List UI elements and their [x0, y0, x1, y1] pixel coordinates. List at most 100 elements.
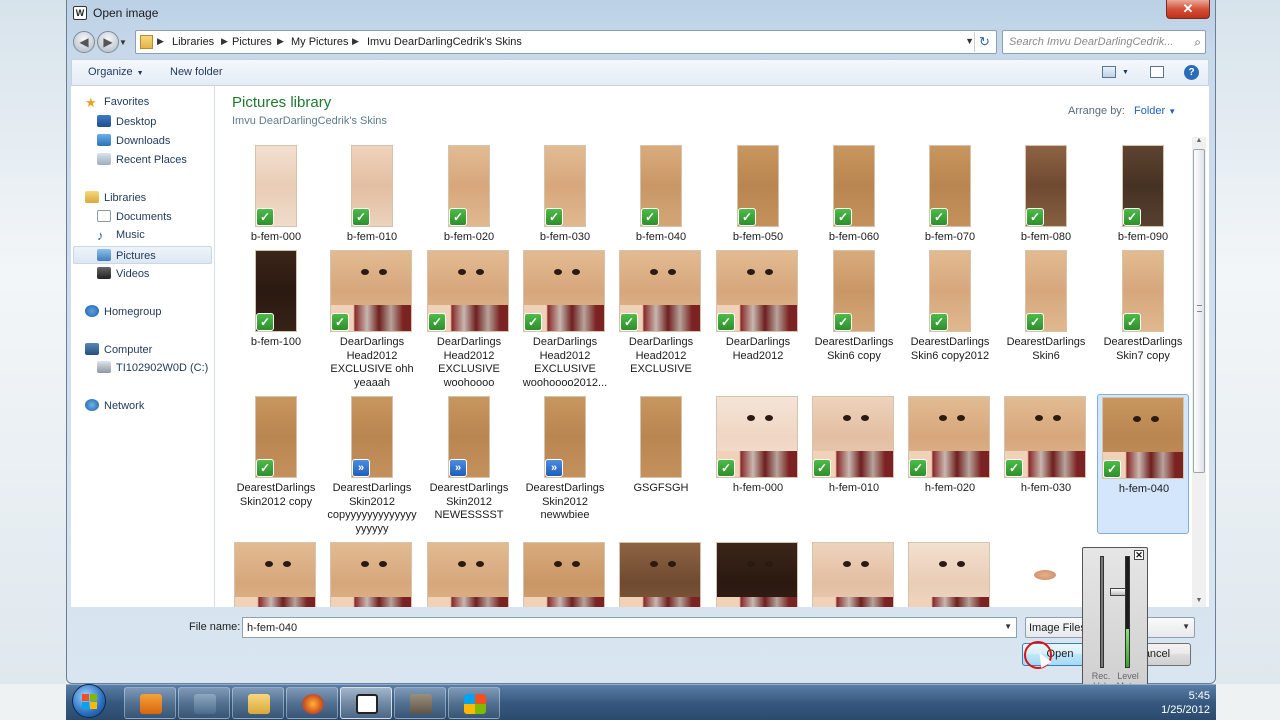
file-tile[interactable]: ✓ DearDarlings Head2012 EXCLUSIVE woohooo…	[519, 248, 611, 389]
file-tile[interactable]: ✓ h-fem-040	[1097, 394, 1189, 534]
title-bar[interactable]: W Open image ✕	[67, 0, 1215, 26]
windows-logo-icon	[90, 694, 97, 701]
file-name-label: h-fem-040	[1118, 483, 1170, 495]
file-tile[interactable]: » DearestDarlings Skin2012 NEWESSSST	[423, 394, 515, 534]
rec-volume-slider[interactable]	[1100, 556, 1130, 668]
level-meter-fill	[1126, 628, 1129, 667]
file-tile[interactable]	[423, 540, 515, 607]
chevron-down-icon[interactable]: ▼	[1004, 622, 1012, 631]
checkmark-badge-icon: ✓	[1123, 313, 1141, 331]
nav-drive-c[interactable]: TI102902W0D (C:)	[97, 361, 208, 379]
preview-pane-icon[interactable]	[1150, 66, 1164, 78]
breadcrumb-separator-icon[interactable]: ▶	[352, 36, 359, 47]
nav-music[interactable]: ♪ Music	[97, 229, 145, 247]
breadcrumb-separator-icon[interactable]: ▶	[221, 36, 228, 47]
arrange-by-dropdown[interactable]: Folder ▼	[1134, 105, 1176, 117]
nav-recent-places[interactable]: Recent Places	[97, 153, 187, 171]
file-tile[interactable]: ✓ DearestDarlings Skin6	[1000, 248, 1092, 388]
file-tile[interactable]: ✓ h-fem-020	[904, 394, 996, 534]
search-box[interactable]: Search Imvu DearDarlingCedrik... ⌕	[1002, 30, 1206, 54]
nav-network[interactable]: Network	[85, 399, 144, 417]
help-icon[interactable]: ?	[1184, 65, 1199, 80]
scroll-up-icon[interactable]: ▲	[1192, 137, 1206, 147]
breadcrumb-libraries[interactable]: Libraries	[172, 36, 214, 48]
file-tile[interactable]: ✓ DearestDarlings Skin6 copy	[808, 248, 900, 388]
nav-pictures[interactable]: Pictures	[73, 246, 212, 264]
file-tile[interactable]: ✓ h-fem-000	[712, 394, 804, 534]
nav-favorites[interactable]: ★ Favorites	[85, 96, 149, 114]
address-bar[interactable]: ▶ Libraries ▶ Pictures ▶ My Pictures ▶ I…	[135, 30, 997, 54]
taskbar-windows-app[interactable]	[448, 687, 500, 719]
file-tile[interactable]	[615, 540, 707, 607]
search-icon[interactable]: ⌕	[1194, 35, 1201, 50]
file-tile[interactable]: ✓ DearDarlings Head2012 EXCLUSIVE ohh yea…	[326, 248, 418, 389]
system-clock[interactable]: 5:45 1/25/2012	[1161, 689, 1210, 717]
taskbar-audio-app[interactable]	[178, 687, 230, 719]
file-tile[interactable]: ✓ h-fem-010	[808, 394, 900, 534]
file-tile[interactable]	[808, 540, 900, 607]
file-name-label: DearestDarlings Skin2012 newwbiee	[525, 482, 605, 521]
change-view-icon[interactable]	[1102, 66, 1116, 78]
checkmark-badge-icon: ✓	[930, 313, 948, 331]
recent-locations-dropdown[interactable]: ▼	[119, 38, 127, 47]
breadcrumb-separator-icon[interactable]: ▶	[157, 36, 164, 47]
file-tile[interactable]: ✓ DearDarlings Head2012 EXCLUSIVE	[615, 248, 707, 388]
file-tile[interactable]: ✓ b-fem-100	[230, 248, 322, 388]
scrollbar-thumb[interactable]	[1193, 149, 1205, 473]
file-tile[interactable]: ✓ h-fem-030	[1000, 394, 1092, 534]
file-thumbnail	[427, 542, 509, 607]
file-tile[interactable]	[712, 540, 804, 607]
nav-desktop[interactable]: Desktop	[97, 115, 156, 133]
nav-videos[interactable]: Videos	[97, 267, 149, 285]
nav-computer[interactable]: Computer	[85, 343, 152, 361]
file-tile[interactable]	[326, 540, 418, 607]
chevron-down-icon: ▼	[1168, 107, 1177, 116]
file-tile[interactable]: ✓ DearDarlings Head2012 EXCLUSIVE woohooo…	[423, 248, 515, 389]
close-icon[interactable]: ✕	[1134, 550, 1144, 560]
recent-places-icon	[97, 153, 111, 165]
taskbar-gimp[interactable]	[394, 687, 446, 719]
file-tile[interactable]: ✓ DearestDarlings Skin6 copy2012	[904, 248, 996, 388]
file-name-input[interactable]: h-fem-040 ▼	[242, 617, 1017, 638]
taskbar-firefox[interactable]	[286, 687, 338, 719]
file-name-label: DearDarlings Head2012 EXCLUSIVE	[628, 336, 694, 375]
file-tile[interactable]	[230, 540, 322, 607]
taskbar-media-player[interactable]	[124, 687, 176, 719]
file-tile[interactable]	[519, 540, 611, 607]
file-tile[interactable]: GSGFSGH	[615, 394, 707, 534]
file-tile[interactable]: » DearestDarlings Skin2012 newwbiee	[519, 394, 611, 534]
nav-libraries[interactable]: Libraries	[85, 191, 146, 209]
file-tile[interactable]: ✓ DearestDarlings Skin2012 copy	[230, 394, 322, 534]
taskbar-explorer[interactable]	[232, 687, 284, 719]
vertical-scrollbar[interactable]: ▲ ▼	[1192, 137, 1206, 607]
file-name-label: b-fem-030	[539, 231, 591, 243]
file-tile[interactable]: » DearestDarlings Skin2012 copyyyyyyyyyyy…	[326, 394, 418, 535]
nav-homegroup[interactable]: Homegroup	[85, 305, 161, 323]
refresh-icon[interactable]: ↻	[974, 32, 994, 52]
checkmark-badge-icon: ✓	[717, 459, 735, 477]
nav-downloads[interactable]: Downloads	[97, 134, 170, 152]
file-tile[interactable]	[904, 540, 996, 607]
nav-documents[interactable]: Documents	[97, 210, 172, 228]
address-dropdown-icon[interactable]: ▼	[965, 36, 974, 46]
taskbar-imvu[interactable]	[340, 687, 392, 719]
back-button[interactable]: ◀	[73, 31, 95, 53]
organize-button[interactable]: Organize ▼	[88, 66, 144, 78]
chevron-down-icon[interactable]: ▼	[1182, 622, 1190, 631]
checkmark-badge-icon: ✓	[641, 208, 659, 226]
breadcrumb-pictures[interactable]: Pictures	[232, 36, 272, 48]
windows-app-icon	[464, 694, 486, 714]
close-button[interactable]: ✕	[1166, 0, 1210, 19]
file-tile[interactable]	[1000, 540, 1092, 607]
start-button[interactable]	[72, 684, 106, 718]
breadcrumb-my-pictures[interactable]: My Pictures	[291, 36, 348, 48]
file-tile[interactable]: ✓ DearDarlings Head2012	[712, 248, 804, 388]
breadcrumb-separator-icon[interactable]: ▶	[277, 36, 284, 47]
forward-button[interactable]: ▶	[97, 31, 119, 53]
file-name-label: DearestDarlings Skin7 copy	[1103, 336, 1183, 362]
view-options-dropdown-icon[interactable]: ▼	[1122, 69, 1129, 76]
new-folder-button[interactable]: New folder	[170, 66, 223, 78]
file-tile[interactable]: ✓ DearestDarlings Skin7 copy	[1097, 248, 1189, 388]
breadcrumb-current-folder[interactable]: Imvu DearDarlingCedrik's Skins	[367, 36, 522, 48]
scroll-down-icon[interactable]: ▼	[1192, 597, 1206, 607]
